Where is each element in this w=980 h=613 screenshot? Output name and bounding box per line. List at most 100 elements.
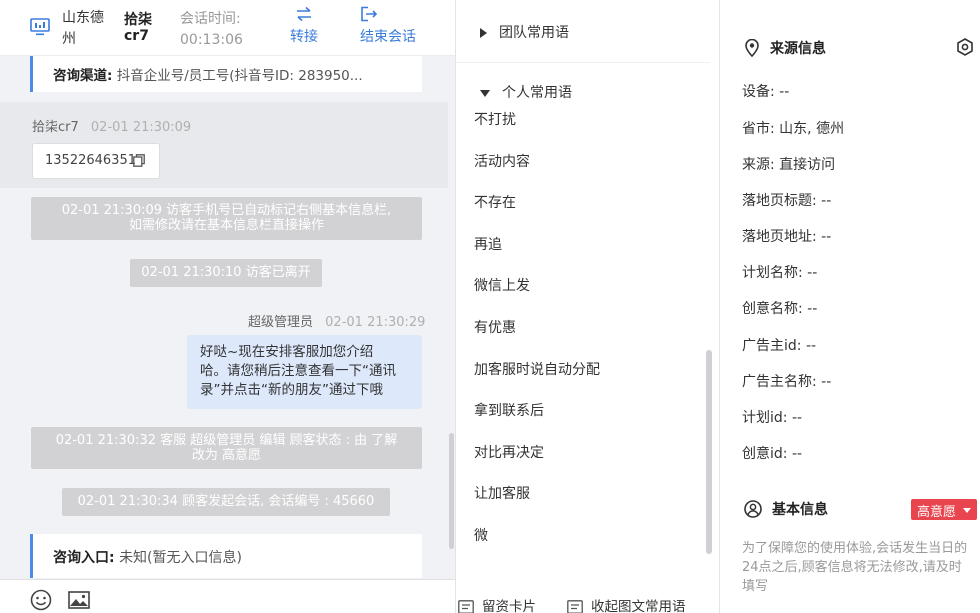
phrase-item[interactable]: 拿到联系后 [474, 400, 544, 420]
entry-label: 咨询入口: [53, 550, 115, 566]
info-field-advertiser-name: 广告主名称: -- [742, 371, 831, 391]
system-message-line: 02-01 21:30:34 顾客发起会话, 会话编号 : 45660 [77, 494, 375, 509]
info-field-plan-id: 计划id: -- [742, 407, 802, 427]
info-field-source: 来源: 直接访问 [742, 154, 835, 174]
phrase-item[interactable]: 微信上发 [474, 275, 530, 295]
session-time-label: 会话时间: [180, 11, 241, 27]
field-label: 省市: [742, 121, 775, 137]
field-label: 广告主名称: [742, 374, 817, 390]
field-label: 落地页地址: [742, 229, 817, 245]
exit-icon [361, 6, 378, 22]
field-value: -- [791, 410, 803, 426]
chat-panel: 山东德州 拾柒cr7 会话时间: 00:13:06 转接 结束会话 咨询渠道: … [0, 0, 456, 613]
lead-card-button[interactable]: 留资卡片 [458, 595, 536, 613]
phrase-item[interactable]: 微 [474, 525, 488, 545]
field-value: -- [821, 229, 832, 245]
visitor-message-meta: 拾柒cr7 02-01 21:30:09 [32, 116, 191, 135]
field-label: 广告主id: [742, 338, 802, 354]
phrase-item[interactable]: 让加客服 [474, 483, 530, 503]
edit-deadline-note: 为了保障您的使用体验,会话发生当日的24点之后,顾客信息将无法修改,请及时填写 [742, 541, 968, 594]
info-field-device: 设备: -- [742, 81, 789, 101]
image-icon[interactable] [68, 591, 90, 609]
system-message-line: 02-01 21:30:32 客服 超级管理员 编辑 顾客状态 : 由 了解 [55, 433, 398, 448]
agent-message-bubble: 好哒~现在安排客服加您介绍 哈。请您稍后注意查看一下“通讯 录”并点击“新的朋友… [187, 335, 422, 409]
phrase-item[interactable]: 不打扰 [474, 109, 516, 129]
emoji-icon[interactable] [30, 589, 52, 611]
basic-info-title: 基本信息 [744, 499, 828, 519]
phrases-scrollbar[interactable] [706, 350, 712, 554]
system-message-line: 02-01 21:30:10 访客已离开 [141, 265, 311, 280]
field-value: -- [805, 338, 817, 354]
phrase-item[interactable]: 再追 [474, 234, 502, 254]
intent-level-select[interactable]: 高意愿 [911, 499, 977, 520]
chat-scrollbar[interactable] [449, 433, 454, 549]
field-label: 创意名称: [742, 301, 803, 317]
collapse-phrases-button[interactable]: 收起图文常用语 [567, 595, 686, 613]
personal-phrases-label: 个人常用语 [502, 85, 572, 101]
phrase-item[interactable]: 有优惠 [474, 317, 516, 337]
field-value: -- [821, 193, 832, 209]
system-message-line: 02-01 21:30:09 访客手机号已自动标记右侧基本信息栏, [61, 203, 392, 218]
phrase-item[interactable]: 加客服时说自动分配 [474, 359, 600, 379]
agent-message-line: 录”并点击“新的朋友”通过下哦 [200, 382, 383, 398]
copy-icon[interactable] [133, 154, 145, 167]
system-message: 02-01 21:30:09 访客手机号已自动标记右侧基本信息栏, 如需修改请在… [31, 197, 422, 240]
field-label: 创意id: [742, 446, 788, 462]
source-info-title: 来源信息 [744, 38, 826, 58]
consult-entry-card: 咨询入口: 未知(暂无入口信息) [30, 534, 422, 578]
info-field-creative-name: 创意名称: -- [742, 298, 817, 318]
field-value: 直接访问 [779, 157, 836, 173]
info-field-advertiser-id: 广告主id: -- [742, 335, 816, 355]
phrase-item[interactable]: 不存在 [474, 192, 516, 212]
info-field-landing-title: 落地页标题: -- [742, 190, 831, 210]
visitor-name: 拾柒cr7 [124, 12, 152, 44]
personal-phrases-group[interactable]: 个人常用语 [480, 82, 572, 102]
channel-value: 抖音企业号/员工号(抖音号ID: 283950... [116, 68, 363, 84]
visitor-location: 山东德州 [62, 10, 104, 47]
system-message-line: 改为 高意愿 [191, 448, 262, 463]
transfer-button[interactable]: 转接 [290, 6, 318, 46]
field-value: -- [821, 374, 832, 390]
phrase-item[interactable]: 对比再决定 [474, 442, 544, 462]
divider [456, 62, 710, 63]
caret-right-icon [480, 28, 487, 38]
agent-sender: 超级管理员 [248, 315, 314, 330]
settings-icon[interactable] [956, 38, 974, 56]
location-pin-icon [745, 38, 759, 58]
end-session-button[interactable]: 结束会话 [360, 6, 416, 46]
phrase-item[interactable]: 活动内容 [474, 151, 530, 171]
field-value: -- [791, 446, 803, 462]
field-value: -- [807, 265, 818, 281]
field-label: 落地页标题: [742, 193, 817, 209]
channel-label: 咨询渠道: [53, 68, 113, 84]
team-phrases-label: 团队常用语 [499, 25, 569, 41]
entry-value: 未知(暂无入口信息) [119, 550, 242, 566]
field-label: 来源: [742, 157, 775, 173]
collapse-icon [567, 600, 583, 613]
chat-header: 山东德州 拾柒cr7 会话时间: 00:13:06 转接 结束会话 [0, 0, 455, 56]
field-label: 计划id: [742, 410, 788, 426]
source-info-label: 来源信息 [770, 41, 826, 57]
system-message-line: 如需修改请在基本信息栏直接操作 [128, 218, 324, 233]
agent-message-line: 好哒~现在安排客服加您介绍 [200, 344, 374, 360]
field-value: -- [779, 84, 790, 100]
basic-info-label: 基本信息 [772, 502, 828, 518]
field-label: 设备: [742, 84, 775, 100]
visitor-phone-text: 13522646351 [45, 153, 136, 168]
card-icon [458, 600, 474, 613]
user-circle-icon [744, 500, 762, 518]
end-session-label: 结束会话 [360, 29, 416, 45]
visitor-message-time: 02-01 21:30:09 [90, 120, 192, 135]
phrases-footer: 留资卡片 收起图文常用语 [456, 585, 719, 613]
phrases-panel: 团队常用语 个人常用语 不打扰 活动内容 不存在 再追 微信上发 有优惠 加客服… [456, 0, 720, 613]
visitor-sender: 拾柒cr7 [32, 120, 79, 135]
chevron-down-icon [963, 508, 972, 513]
info-panel: 来源信息 设备: -- 省市: 山东, 德州 来源: 直接访问 落地页标题: -… [720, 0, 980, 613]
info-field-landing-url: 落地页地址: -- [742, 226, 831, 246]
session-time-value: 00:13:06 [180, 32, 243, 48]
transfer-icon [297, 6, 311, 22]
agent-message-meta: 超级管理员 02-01 21:30:29 [248, 311, 425, 330]
visitor-phone-bubble: 13522646351 [32, 143, 160, 179]
team-phrases-group[interactable]: 团队常用语 [480, 22, 569, 42]
field-value: 山东, 德州 [779, 121, 845, 137]
